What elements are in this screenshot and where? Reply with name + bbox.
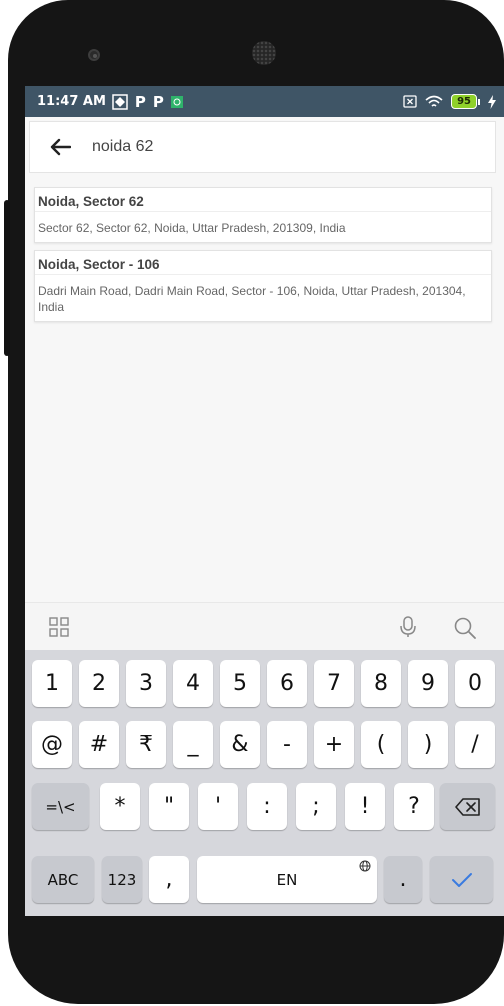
check-icon [451, 872, 472, 887]
key-question[interactable]: ? [394, 783, 434, 830]
key-close-paren[interactable]: ) [408, 721, 448, 768]
key-semicolon[interactable]: ; [296, 783, 336, 830]
battery-icon: 95 [451, 94, 480, 109]
back-button[interactable] [30, 138, 90, 156]
key-5[interactable]: 5 [220, 660, 260, 707]
key-asterisk[interactable]: * [100, 783, 140, 830]
result-title: Noida, Sector - 106 [35, 251, 491, 275]
key-0[interactable]: 0 [455, 660, 495, 707]
p-icon: P [134, 92, 146, 111]
key-8[interactable]: 8 [361, 660, 401, 707]
screen: 11:47 AM P P 95 noida 62 Noida, Sector 6… [25, 86, 504, 916]
key-double-quote[interactable]: " [149, 783, 189, 830]
key-single-quote[interactable]: ' [198, 783, 238, 830]
result-item[interactable]: Noida, Sector - 106 Dadri Main Road, Dad… [34, 250, 492, 322]
back-arrow-icon [50, 138, 71, 156]
result-title: Noida, Sector 62 [35, 188, 491, 212]
keyboard: 1 2 3 4 5 6 7 8 9 0 @ # ₹ _ & - + ( ) / … [25, 650, 504, 916]
key-9[interactable]: 9 [408, 660, 448, 707]
globe-icon [359, 860, 371, 872]
key-underscore[interactable]: _ [173, 721, 213, 768]
key-1[interactable]: 1 [32, 660, 72, 707]
earpiece-speaker [252, 41, 276, 65]
search-icon[interactable] [453, 616, 477, 640]
result-address: Dadri Main Road, Dadri Main Road, Sector… [38, 284, 466, 314]
key-at[interactable]: @ [32, 721, 72, 768]
charging-icon [488, 94, 496, 109]
space-label: EN [276, 870, 298, 889]
key-exclamation[interactable]: ! [345, 783, 385, 830]
key-rupee[interactable]: ₹ [126, 721, 166, 768]
battery-level: 95 [451, 94, 477, 109]
key-3[interactable]: 3 [126, 660, 166, 707]
nav-icon [112, 93, 128, 110]
key-ampersand[interactable]: & [220, 721, 260, 768]
key-minus[interactable]: - [267, 721, 307, 768]
key-space[interactable]: EN [197, 856, 377, 903]
status-bar: 11:47 AM P P 95 [25, 86, 504, 117]
keyboard-row-bottom: ABC 123 , EN . [25, 856, 504, 903]
key-plus[interactable]: + [314, 721, 354, 768]
key-hash[interactable]: # [79, 721, 119, 768]
keyboard-row-punctuation: =\< * " ' : ; ! ? [25, 783, 504, 830]
key-colon[interactable]: : [247, 783, 287, 830]
app-icon [170, 95, 183, 108]
key-backspace[interactable] [440, 783, 495, 830]
front-camera [88, 49, 100, 61]
key-slash[interactable]: / [455, 721, 495, 768]
grid-menu-icon[interactable] [49, 617, 69, 637]
key-7[interactable]: 7 [314, 660, 354, 707]
key-more-symbols[interactable]: =\< [32, 783, 89, 830]
key-done[interactable] [430, 856, 493, 903]
search-bar [29, 121, 496, 173]
key-6[interactable]: 6 [267, 660, 307, 707]
p-icon: P [152, 92, 164, 111]
keyboard-row-symbols: @ # ₹ _ & - + ( ) / [25, 721, 504, 768]
key-4[interactable]: 4 [173, 660, 213, 707]
backspace-icon [454, 797, 480, 816]
side-button [4, 200, 10, 356]
key-abc[interactable]: ABC [32, 856, 94, 903]
sim-icon [403, 95, 417, 108]
result-item[interactable]: Noida, Sector 62 Sector 62, Sector 62, N… [34, 187, 492, 243]
search-input[interactable] [90, 137, 474, 157]
result-address: Sector 62, Sector 62, Noida, Uttar Prade… [38, 221, 346, 235]
key-comma[interactable]: , [149, 856, 189, 903]
microphone-icon[interactable] [398, 615, 418, 639]
keyboard-toolbar [25, 602, 504, 651]
key-2[interactable]: 2 [79, 660, 119, 707]
keyboard-row-numbers: 1 2 3 4 5 6 7 8 9 0 [25, 660, 504, 707]
key-open-paren[interactable]: ( [361, 721, 401, 768]
status-time: 11:47 AM [37, 94, 106, 109]
key-period[interactable]: . [384, 856, 422, 903]
key-123[interactable]: 123 [102, 856, 142, 903]
wifi-icon [425, 95, 443, 107]
